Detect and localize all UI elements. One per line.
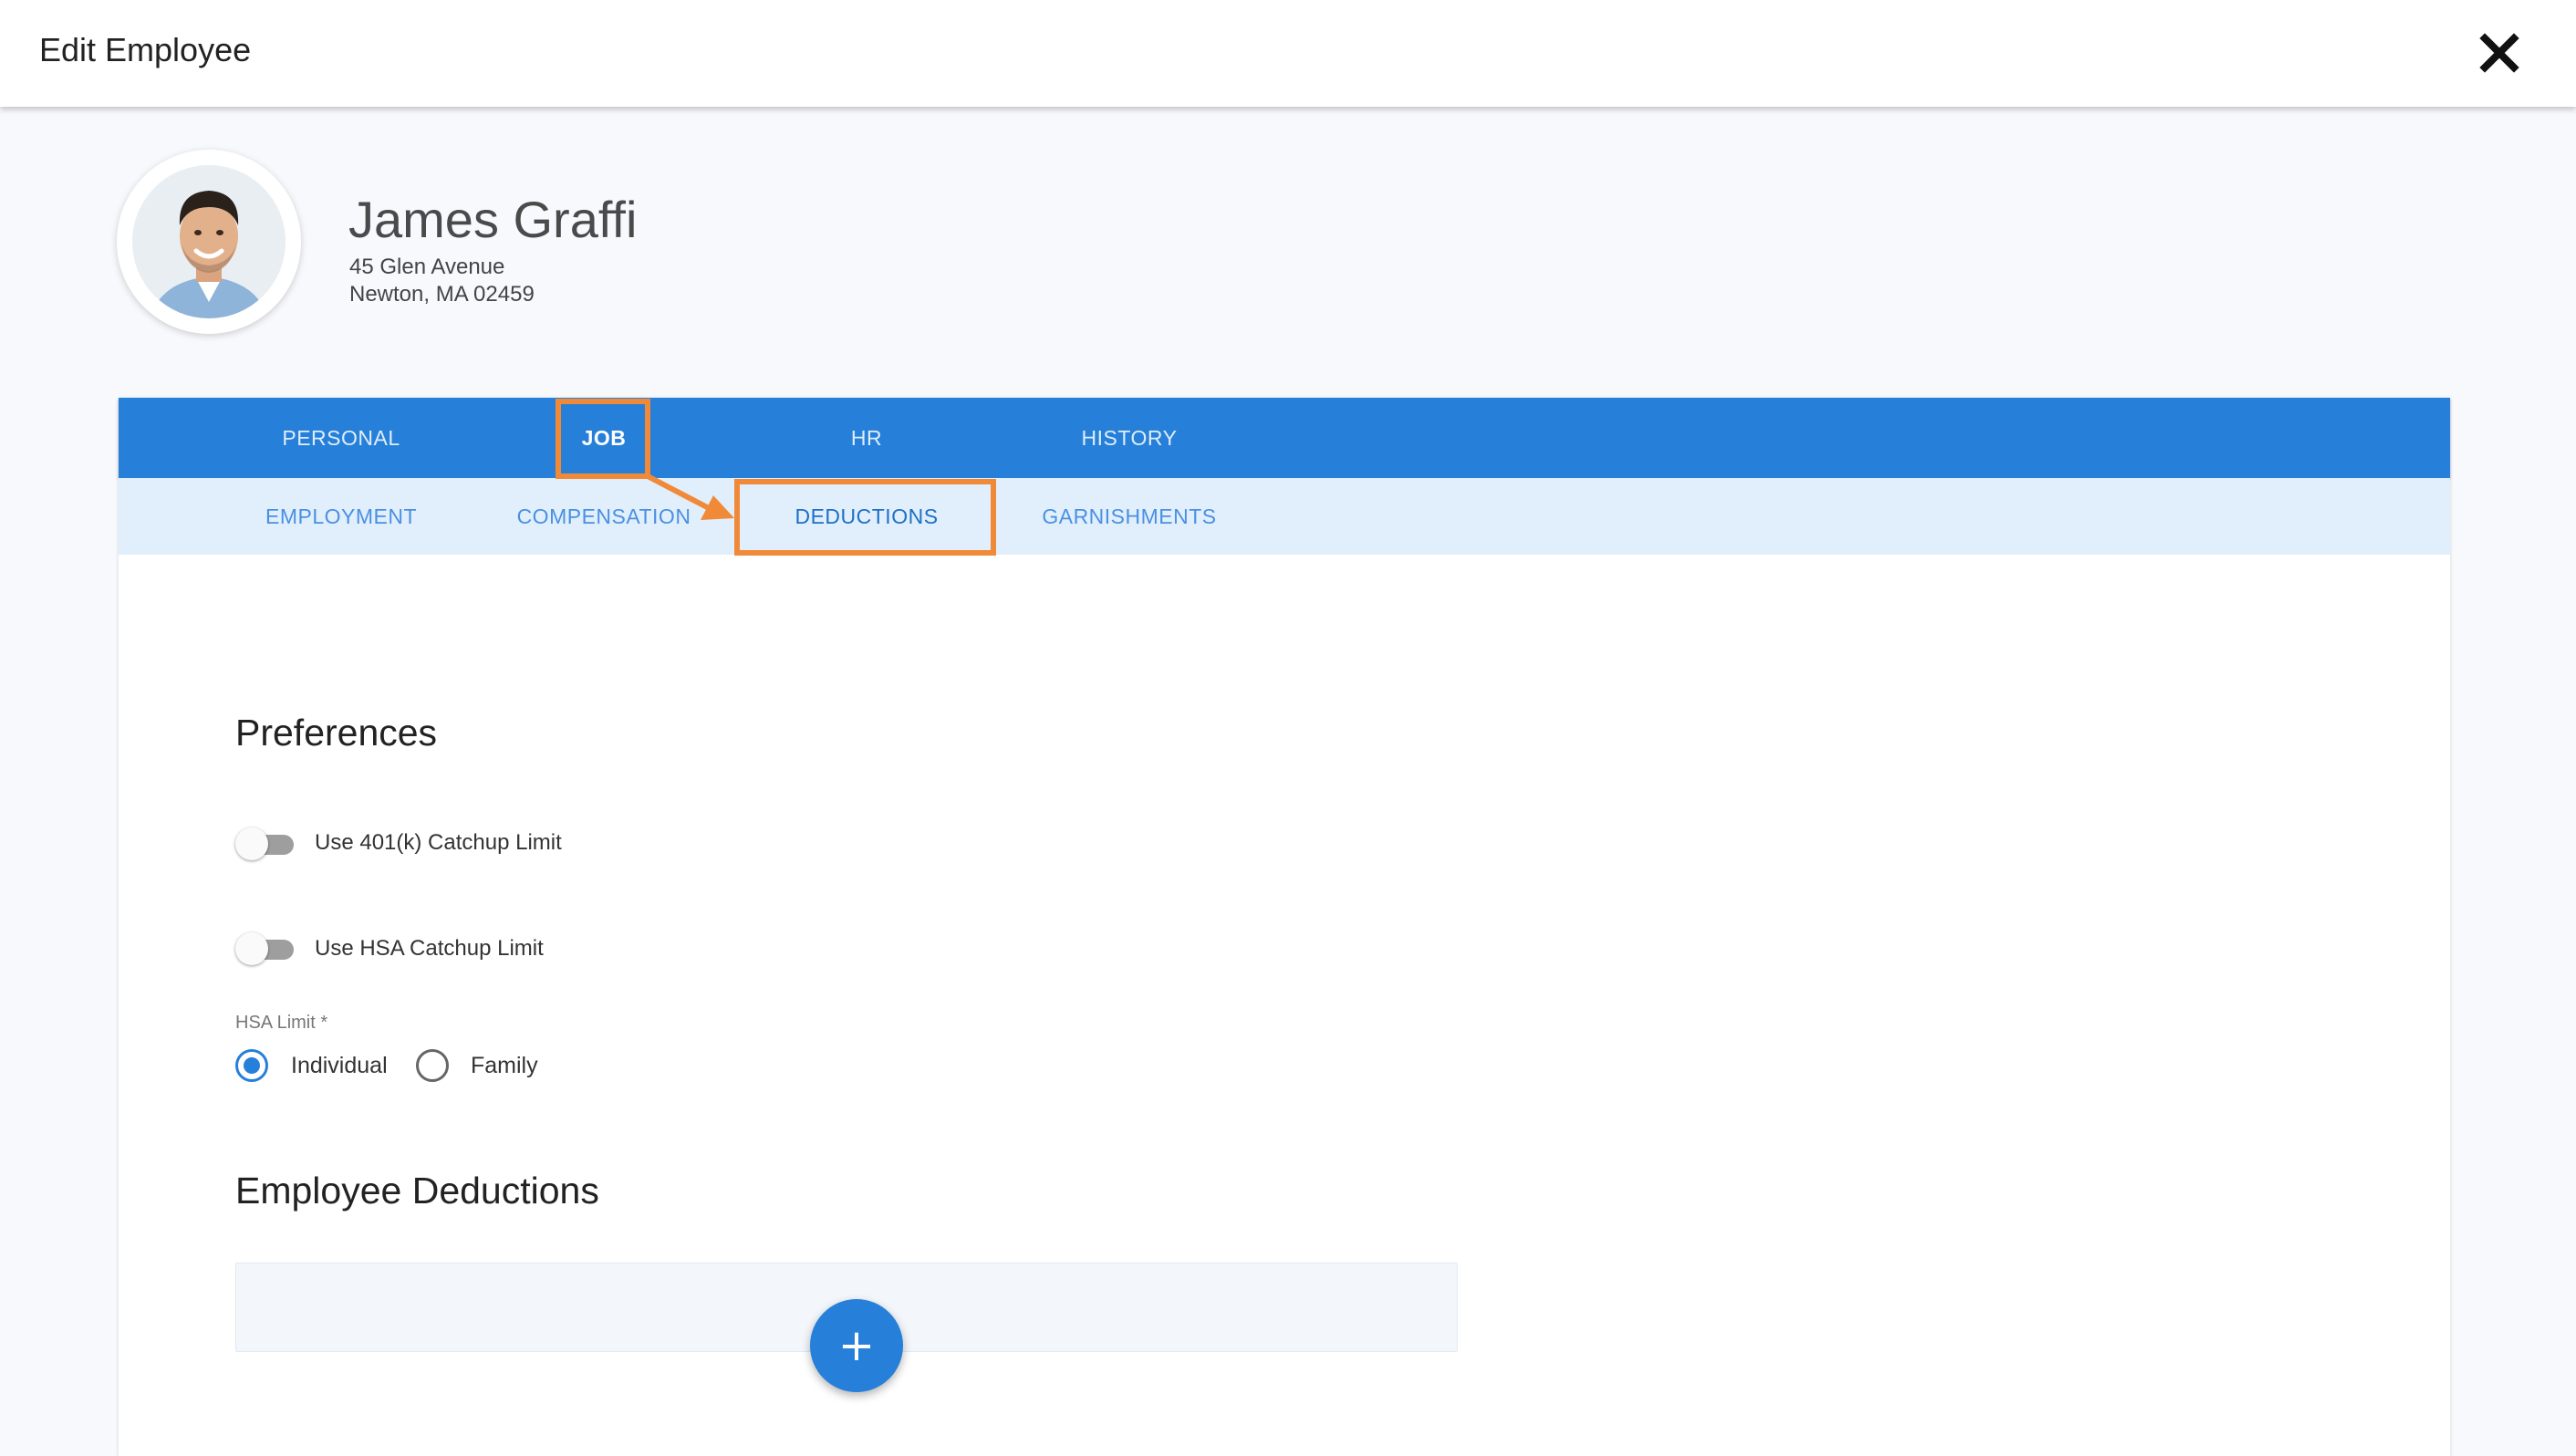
catchup-401k-label: Use 401(k) Catchup Limit [315, 830, 562, 855]
hsa-limit-label: HSA Limit * [235, 1013, 328, 1033]
avatar [117, 150, 301, 334]
employee-name: James Graffi [348, 191, 638, 248]
primary-tab-bar: PERSONAL JOB HR HISTORY [119, 398, 2450, 478]
catchup-hsa-label: Use HSA Catchup Limit [315, 936, 544, 961]
secondary-tab-bar: EMPLOYMENT COMPENSATION DEDUCTIONS GARNI… [119, 478, 2450, 555]
hsa-family-radio[interactable] [416, 1049, 449, 1082]
add-deduction-button[interactable]: + [810, 1299, 903, 1392]
hsa-family-label: Family [471, 1053, 538, 1078]
employee-address-line1: 45 Glen Avenue [349, 255, 505, 279]
tab-compensation[interactable]: COMPENSATION [473, 478, 735, 555]
catchup-hsa-toggle[interactable] [235, 931, 296, 967]
hsa-individual-label: Individual [291, 1053, 388, 1078]
preferences-heading: Preferences [235, 712, 438, 754]
dialog-title: Edit Employee [39, 31, 252, 68]
employee-photo [132, 165, 286, 318]
tab-garnishments[interactable]: GARNISHMENTS [998, 478, 1261, 555]
tab-history[interactable]: HISTORY [998, 398, 1261, 478]
dialog-header: Edit Employee [0, 0, 2576, 107]
toggle-thumb [235, 827, 268, 860]
employee-deductions-heading: Employee Deductions [235, 1170, 599, 1212]
employee-card: PERSONAL JOB HR HISTORY EMPLOYMENT COMPE… [119, 398, 2450, 1456]
close-button[interactable] [2479, 33, 2519, 73]
tab-employment[interactable]: EMPLOYMENT [210, 478, 473, 555]
catchup-401k-toggle[interactable] [235, 826, 296, 862]
tab-deductions[interactable]: DEDUCTIONS [735, 478, 998, 555]
toggle-thumb [235, 932, 268, 965]
tab-job[interactable]: JOB [473, 398, 735, 478]
employee-address-line2: Newton, MA 02459 [349, 282, 535, 307]
hsa-individual-radio[interactable] [235, 1049, 268, 1082]
tab-personal[interactable]: PERSONAL [210, 398, 473, 478]
close-icon [2479, 33, 2519, 73]
tab-hr[interactable]: HR [735, 398, 998, 478]
